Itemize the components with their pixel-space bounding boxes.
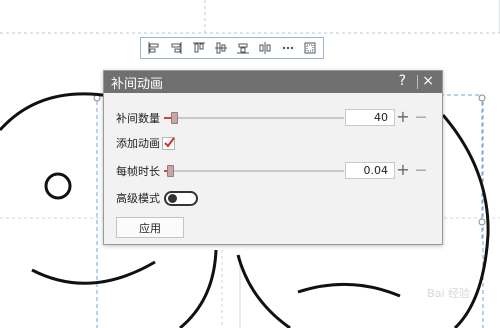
tween-count-plus-icon[interactable]: + bbox=[396, 109, 410, 125]
frame-duration-slider[interactable] bbox=[164, 165, 344, 177]
frame-duration-row: 每帧时长 bbox=[104, 160, 160, 182]
checkmark-icon bbox=[164, 137, 175, 148]
slider-thumb[interactable] bbox=[167, 165, 174, 177]
frame-duration-plus-icon[interactable]: + bbox=[396, 162, 410, 178]
dialog-title: 补间动画 bbox=[111, 76, 164, 92]
tween-count-minus-icon[interactable]: — bbox=[414, 110, 428, 124]
apply-button[interactable]: 应用 bbox=[116, 217, 184, 238]
slider-track bbox=[164, 170, 344, 172]
add-animation-row: 添加动画 bbox=[104, 132, 160, 154]
tween-count-label: 补间数量 bbox=[116, 112, 160, 125]
frame-duration-label: 每帧时长 bbox=[116, 165, 160, 178]
dialog-titlebar[interactable]: 补间动画 ? × bbox=[104, 71, 442, 93]
slider-fill bbox=[164, 117, 171, 119]
tween-count-input[interactable]: 40 bbox=[345, 109, 395, 126]
align-top-icon[interactable] bbox=[189, 39, 209, 57]
slider-track bbox=[164, 117, 344, 119]
fit-icon[interactable] bbox=[300, 39, 320, 57]
align-center-vertical-icon[interactable] bbox=[211, 39, 231, 57]
frame-duration-input[interactable]: 0.04 bbox=[345, 162, 395, 179]
toggle-knob bbox=[168, 194, 177, 203]
advanced-mode-row: 高级模式 bbox=[104, 187, 160, 209]
advanced-mode-toggle[interactable] bbox=[164, 191, 198, 206]
tween-dialog: 补间动画 ? × 补间数量 40 + — 添加动画 每帧时长 0.04 + — … bbox=[103, 70, 443, 245]
close-icon[interactable]: × bbox=[422, 73, 434, 89]
watermark: Bai 经验 bbox=[427, 287, 470, 300]
help-icon[interactable]: ? bbox=[399, 73, 406, 89]
tween-count-slider[interactable] bbox=[164, 112, 344, 124]
align-right-icon[interactable] bbox=[166, 39, 186, 57]
advanced-mode-label: 高级模式 bbox=[116, 192, 160, 205]
align-toolbar bbox=[140, 37, 324, 59]
align-left-icon[interactable] bbox=[144, 39, 164, 57]
frame-duration-minus-icon[interactable]: — bbox=[414, 163, 428, 177]
distribute-icon[interactable] bbox=[278, 39, 298, 57]
titlebar-divider bbox=[417, 75, 418, 89]
slider-thumb[interactable] bbox=[171, 112, 178, 124]
align-center-horizontal-icon[interactable] bbox=[255, 39, 275, 57]
add-animation-label: 添加动画 bbox=[116, 137, 160, 150]
align-bottom-icon[interactable] bbox=[233, 39, 253, 57]
add-animation-checkbox[interactable] bbox=[162, 137, 175, 150]
